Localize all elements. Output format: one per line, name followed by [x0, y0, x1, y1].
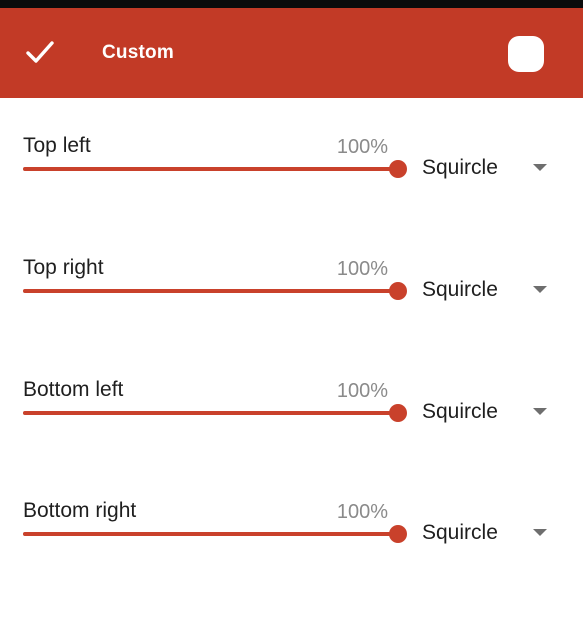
- app-bar: Custom: [0, 8, 583, 98]
- dropdown-arrow-icon: [533, 408, 547, 415]
- shape-dropdown-value: Squircle: [422, 278, 498, 301]
- corner-slider[interactable]: [23, 281, 407, 301]
- slider-thumb[interactable]: [389, 404, 407, 422]
- status-bar: [0, 0, 583, 8]
- confirm-button[interactable]: [18, 32, 62, 76]
- page-title: Custom: [102, 42, 174, 63]
- check-icon: [26, 40, 54, 69]
- corner-value: 100%: [336, 136, 388, 158]
- corner-slider[interactable]: [23, 403, 407, 423]
- corner-label: Top left: [23, 134, 91, 157]
- slider-fill: [23, 167, 398, 171]
- slider-thumb[interactable]: [389, 282, 407, 300]
- corner-slider[interactable]: [23, 159, 407, 179]
- shape-dropdown[interactable]: Squircle: [422, 152, 557, 184]
- corner-row-bottom-left: Bottom left 100% Squircle: [0, 378, 583, 500]
- slider-thumb[interactable]: [389, 160, 407, 178]
- corner-label: Top right: [23, 256, 104, 279]
- corner-slider[interactable]: [23, 524, 407, 544]
- slider-fill: [23, 289, 398, 293]
- corner-row-top-right: Top right 100% Squircle: [0, 256, 583, 378]
- shape-dropdown-value: Squircle: [422, 521, 498, 544]
- slider-fill: [23, 532, 398, 536]
- slider-fill: [23, 411, 398, 415]
- corner-value: 100%: [336, 258, 388, 280]
- shape-dropdown[interactable]: Squircle: [422, 517, 557, 549]
- corner-value: 100%: [336, 501, 388, 523]
- shape-dropdown[interactable]: Squircle: [422, 274, 557, 306]
- corner-row-top-left: Top left 100% Squircle: [0, 134, 583, 256]
- shape-dropdown-value: Squircle: [422, 400, 498, 423]
- shape-dropdown-value: Squircle: [422, 156, 498, 179]
- shape-dropdown[interactable]: Squircle: [422, 396, 557, 428]
- corner-value: 100%: [336, 380, 388, 402]
- corner-label: Bottom left: [23, 378, 124, 401]
- dropdown-arrow-icon: [533, 164, 547, 171]
- dropdown-arrow-icon: [533, 286, 547, 293]
- corner-label: Bottom right: [23, 499, 137, 522]
- squircle-preview-icon: [508, 36, 544, 72]
- dropdown-arrow-icon: [533, 529, 547, 536]
- corner-row-bottom-right: Bottom right 100% Squircle: [0, 499, 583, 621]
- slider-thumb[interactable]: [389, 525, 407, 543]
